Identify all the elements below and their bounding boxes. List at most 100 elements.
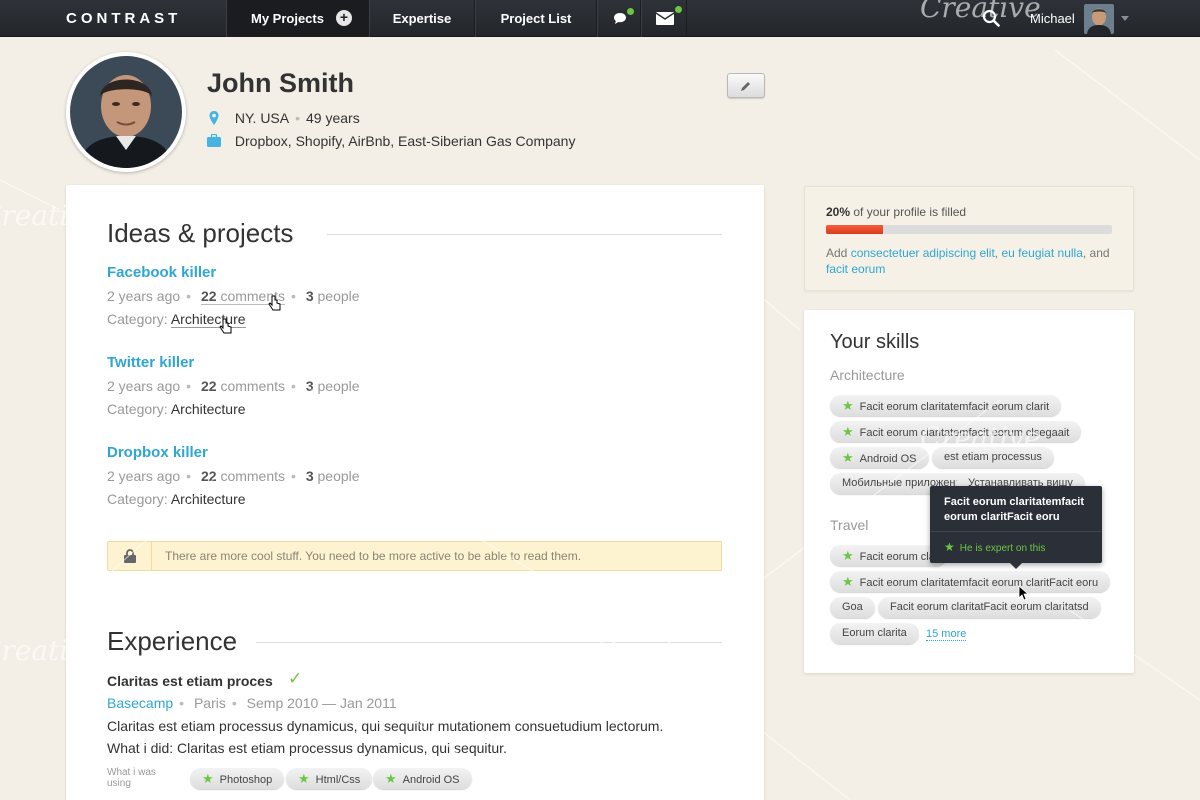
- hint-link[interactable]: eu feugiat nulla: [1001, 246, 1082, 260]
- project-category-link[interactable]: Architecture: [170, 311, 246, 328]
- skills-title: Your skills: [830, 331, 920, 353]
- more-skills-link[interactable]: 15 more: [926, 628, 967, 641]
- profile-completion-bar-fill: [826, 225, 884, 234]
- tool-tag[interactable]: ★ Android OS: [373, 768, 472, 789]
- nav-tab-expertise[interactable]: Expertise: [369, 0, 475, 37]
- star-icon: ★: [944, 540, 955, 554]
- lock-icon: [124, 549, 136, 563]
- skill-tag[interactable]: est etiam processus: [932, 447, 1054, 468]
- experience-section-title: Experience: [107, 626, 238, 656]
- project-meta: 2 years ago • 22 comments • 3 people: [107, 468, 360, 484]
- tooltip-title: Facit eorum claritatemfacit eorum clarit…: [944, 496, 1084, 523]
- pencil-icon: [741, 82, 750, 91]
- project-meta: 2 years ago • 22 comments • 3 people: [107, 288, 360, 305]
- tooltip-expert: ★ He is expert on this: [944, 540, 1045, 554]
- profile-completion-hint: Add consectetuer adipiscing elit, eu feu…: [826, 246, 1110, 276]
- skill-group-architecture: Architecture: [830, 367, 905, 383]
- nav-tab-project-list[interactable]: Project List: [475, 0, 597, 37]
- briefcase-icon: [207, 134, 221, 147]
- star-icon: ★: [842, 548, 854, 563]
- project-comments-count: 22: [200, 378, 217, 394]
- hint-add-word: Add: [826, 246, 848, 260]
- profile-name: John Smith: [207, 68, 354, 98]
- tool-tag-label: Android OS: [402, 774, 460, 786]
- profile-companies-line: Dropbox, Shopify, AirBnb, East-Siberian …: [207, 133, 575, 149]
- skill-tag[interactable]: Eorum clarita: [830, 623, 919, 644]
- skill-tag-label: Goa: [842, 601, 863, 613]
- project-title-link[interactable]: Twitter killer: [107, 354, 194, 371]
- nav-tab-my-projects-label: My Projects: [251, 11, 324, 26]
- skill-tooltip: Facit eorum claritatemfacit eorum clarit…: [930, 486, 1102, 569]
- notice-text: There are more cool stuff. You need to b…: [165, 549, 582, 563]
- project-comments-label[interactable]: comments: [220, 378, 285, 394]
- profile-companies: Dropbox, Shopify, AirBnb, East-Siberian …: [234, 133, 576, 149]
- skill-tag-label: Facit eorum cla: [859, 551, 935, 563]
- profile-location: NY. USA: [234, 110, 290, 126]
- skill-tag[interactable]: ★ Facit eorum claritatemfacit eorum clseg…: [830, 421, 1082, 442]
- skill-group-travel: Travel: [830, 517, 869, 533]
- star-icon: ★: [842, 450, 854, 465]
- check-icon: ✓: [288, 669, 303, 688]
- nav-tab-project-list-label: Project List: [500, 11, 572, 26]
- main-card: Ideas & projects Facebook killer 2 years…: [66, 185, 764, 800]
- profile-avatar: [66, 52, 186, 172]
- tool-tag-label: Html/Css: [315, 774, 361, 786]
- lock-box: [108, 542, 152, 570]
- project-comments-count: 22: [200, 468, 217, 484]
- nav-chat-button[interactable]: [597, 0, 641, 37]
- search-icon[interactable]: [982, 9, 1000, 27]
- skill-tag-label: Facit eorum claritatemfacit eorum clarit: [859, 401, 1050, 413]
- project-category-label: Category:: [107, 311, 168, 327]
- project-category: Category: Architecture: [107, 401, 246, 417]
- project-category-link[interactable]: Architecture: [171, 401, 246, 417]
- skill-tag-label: Android OS: [859, 453, 917, 465]
- skill-tag-label: Facit eorum claritatemfacit eorum clarit…: [859, 577, 1099, 589]
- hint-and-word: and: [1089, 246, 1110, 260]
- project-category-label: Category:: [107, 491, 168, 507]
- project-comments-count: 22: [200, 288, 217, 304]
- tools-label: What i was using: [107, 767, 156, 789]
- profile-age: 49 years: [306, 110, 360, 126]
- job-company-link[interactable]: Basecamp: [107, 695, 173, 711]
- project-people-label: people: [317, 468, 360, 484]
- tool-tag[interactable]: ★ Photoshop: [190, 768, 285, 789]
- brand-logo[interactable]: CONTRAST: [66, 10, 181, 27]
- experience-divider: [256, 642, 722, 643]
- star-icon: ★: [842, 424, 854, 439]
- project-title-link[interactable]: Facebook killer: [107, 264, 216, 281]
- hint-link[interactable]: facit eorum: [826, 262, 885, 276]
- profile-completion-card: 20% of your profile is filled Add consec…: [804, 186, 1134, 291]
- star-icon: ★: [385, 771, 397, 786]
- tool-tag[interactable]: ★ Html/Css: [286, 768, 373, 789]
- tooltip-arrow: [1010, 563, 1022, 569]
- skill-tag[interactable]: ★ Android OS: [830, 447, 929, 468]
- project-title-link[interactable]: Dropbox killer: [107, 444, 208, 461]
- skill-tag[interactable]: Facit eorum claritatFacit eorum claritat…: [878, 597, 1101, 618]
- arrow-cursor-icon: [1018, 585, 1029, 601]
- project-people-label: people: [317, 378, 360, 394]
- skill-tag[interactable]: ★ Facit eorum claritatemfacit eorum clari…: [830, 571, 1111, 592]
- user-name[interactable]: Michael: [1030, 11, 1075, 26]
- job-title: Claritas est etiam proces: [107, 673, 273, 689]
- project-category-link[interactable]: Architecture: [171, 491, 246, 507]
- job-city: Paris: [193, 695, 226, 711]
- tooltip-expert-label: He is expert on this: [959, 543, 1046, 554]
- ideas-divider: [327, 234, 722, 235]
- star-icon: ★: [298, 771, 310, 786]
- user-menu-chevron-down-icon[interactable]: [1121, 16, 1129, 21]
- tooltip-divider: [930, 531, 1102, 532]
- skill-tag-label: Facit eorum claritatemfacit eorum clsega…: [859, 427, 1070, 439]
- skill-tag-label: est etiam processus: [944, 451, 1042, 463]
- edit-profile-button[interactable]: [727, 73, 765, 98]
- profile-completion-title-text: of your profile is filled: [853, 205, 967, 219]
- star-icon: ★: [842, 574, 854, 589]
- hint-link[interactable]: consectetuer adipiscing elit: [851, 246, 995, 260]
- profile-photo: [70, 56, 182, 168]
- skill-tag[interactable]: Goa: [830, 597, 875, 618]
- add-project-button[interactable]: +: [336, 10, 352, 26]
- profile-completion-bar: [826, 225, 1112, 234]
- project-people-count: 3: [305, 378, 314, 394]
- project-comments-label[interactable]: comments: [220, 468, 285, 484]
- skill-tag[interactable]: ★ Facit eorum claritatemfacit eorum clari…: [830, 395, 1062, 416]
- user-avatar[interactable]: [1084, 4, 1114, 34]
